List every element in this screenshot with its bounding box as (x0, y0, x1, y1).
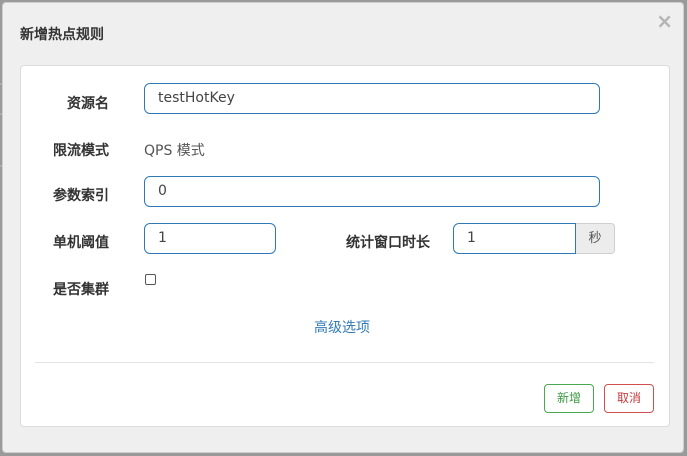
add-hotspot-rule-dialog: 新增热点规则 × 资源名 testHotKey 限流模式 QPS 模式 参数索引… (2, 2, 684, 453)
close-icon[interactable]: × (656, 11, 673, 31)
cluster-checkbox[interactable] (145, 274, 156, 285)
dialog-title: 新增热点规则 (20, 27, 104, 43)
cancel-button[interactable]: 取消 (604, 384, 654, 413)
flow-mode-value: QPS 模式 (144, 143, 205, 159)
resource-name-input[interactable]: testHotKey (144, 83, 600, 114)
footer-divider (35, 362, 654, 363)
threshold-label: 单机阈值 (53, 235, 109, 251)
seconds-unit-addon: 秒 (576, 223, 615, 254)
flow-mode-label: 限流模式 (53, 143, 109, 159)
stat-window-label: 统计窗口时长 (346, 235, 430, 251)
stat-window-input[interactable]: 1 (453, 223, 576, 254)
add-button[interactable]: 新增 (544, 384, 594, 413)
resource-name-label: 资源名 (67, 96, 109, 112)
threshold-input[interactable]: 1 (144, 223, 276, 254)
advanced-options-link[interactable]: 高级选项 (314, 317, 370, 337)
cluster-label: 是否集群 (53, 282, 109, 298)
form-panel: 资源名 testHotKey 限流模式 QPS 模式 参数索引 0 单机阈值 1… (20, 65, 670, 427)
param-index-label: 参数索引 (53, 188, 109, 204)
param-index-input[interactable]: 0 (144, 176, 600, 207)
